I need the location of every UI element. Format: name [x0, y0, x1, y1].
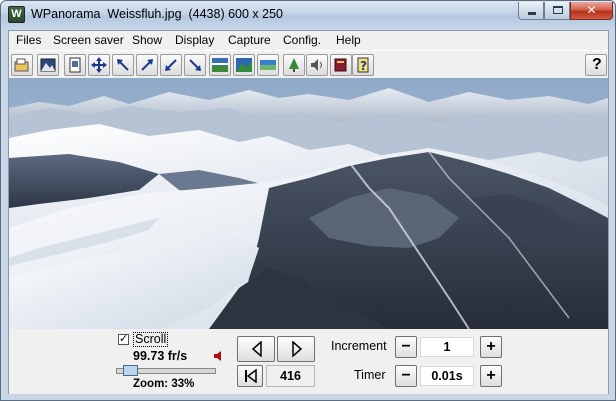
landscape-c-icon	[260, 60, 276, 70]
app-icon[interactable]: W	[8, 6, 25, 23]
maximize-icon	[553, 6, 563, 14]
open-button[interactable]	[11, 54, 33, 76]
menu-files[interactable]: Files	[16, 33, 41, 47]
scroll-right-button[interactable]	[277, 336, 315, 362]
control-panel: ✓ Scroll 99.73 fr/s Zoom: 33% 416 Increm…	[9, 329, 608, 394]
close-icon: ✕	[586, 3, 597, 17]
arrow-down-left-button[interactable]	[160, 54, 182, 76]
landscape-b-icon	[236, 58, 252, 72]
maximize-button[interactable]	[544, 2, 570, 20]
timer-label: Timer	[354, 368, 386, 382]
panorama-image	[9, 78, 608, 329]
tree-button[interactable]	[283, 54, 305, 76]
landscape-b-button[interactable]	[233, 54, 255, 76]
page-button[interactable]	[64, 54, 86, 76]
tree-icon	[289, 58, 299, 72]
open-icon	[14, 58, 29, 72]
app-window: W WPanorama Weissfluh.jpg (4438) 600 x 2…	[0, 0, 616, 401]
menu-show[interactable]: Show	[132, 33, 162, 47]
sound-icon	[311, 59, 322, 71]
landscape-a-icon	[212, 58, 228, 72]
increment-plus-button[interactable]: +	[480, 336, 502, 358]
frame-position-field[interactable]: 416	[266, 365, 315, 387]
menu-help[interactable]: Help	[336, 33, 361, 47]
sound-button[interactable]	[306, 54, 328, 76]
landscape-a-button[interactable]	[209, 54, 231, 76]
arrow-left-up-button[interactable]	[112, 54, 134, 76]
picture-icon	[40, 58, 56, 72]
panorama-view[interactable]	[9, 78, 608, 329]
arrow-up-right-button[interactable]	[136, 54, 158, 76]
help-page-button[interactable]: ?	[352, 54, 374, 76]
timer-field[interactable]: 0.01s	[420, 366, 474, 386]
increment-label: Increment	[331, 339, 387, 353]
title-bar[interactable]: W WPanorama Weissfluh.jpg (4438) 600 x 2…	[1, 1, 615, 29]
checkmark-icon: ✓	[119, 333, 129, 345]
move-button[interactable]	[88, 54, 110, 76]
arrow-up-right-icon	[141, 59, 153, 71]
move-icon	[91, 57, 107, 73]
scroll-checkbox[interactable]: ✓	[118, 333, 129, 345]
arrow-down-right-button[interactable]	[184, 54, 206, 76]
go-to-start-button[interactable]	[237, 365, 263, 387]
menu-display[interactable]: Display	[175, 33, 214, 47]
menu-config[interactable]: Config.	[283, 33, 321, 47]
zoom-slider-thumb[interactable]	[123, 365, 138, 376]
timer-plus-button[interactable]: +	[480, 365, 502, 387]
scroll-left-button[interactable]	[237, 336, 275, 362]
help-question-label: ?	[592, 56, 602, 73]
menu-capture[interactable]: Capture	[228, 33, 271, 47]
window-title: WPanorama Weissfluh.jpg (4438) 600 x 250	[31, 7, 283, 21]
minimize-button[interactable]	[518, 2, 544, 20]
arrow-down-left-icon	[165, 59, 177, 71]
triangle-right-icon	[292, 341, 303, 357]
minimize-icon	[528, 12, 536, 15]
page-icon	[69, 57, 81, 73]
sound-indicator-icon	[214, 351, 221, 361]
landscape-c-button[interactable]	[257, 54, 279, 76]
picture-button[interactable]	[37, 54, 59, 76]
help-button[interactable]: ?	[585, 54, 607, 76]
book-button[interactable]	[330, 54, 352, 76]
zoom-readout: Zoom: 33%	[133, 378, 195, 390]
arrow-left-up-icon	[117, 59, 129, 71]
triangle-left-icon	[251, 341, 262, 357]
timer-minus-button[interactable]: −	[395, 365, 417, 387]
menu-bar: Files Screen saver Show Display Capture …	[9, 31, 608, 50]
close-button[interactable]: ✕	[570, 2, 613, 20]
increment-field[interactable]: 1	[420, 337, 474, 357]
help-page-icon: ?	[357, 57, 369, 73]
menu-screen-saver[interactable]: Screen saver	[53, 33, 124, 47]
toolbar: ? ?	[9, 50, 608, 78]
increment-minus-button[interactable]: −	[395, 336, 417, 358]
frame-rate-readout: 99.73 fr/s	[133, 349, 188, 363]
skip-back-icon	[245, 369, 257, 383]
book-icon	[334, 58, 347, 72]
svg-text:?: ?	[360, 59, 367, 73]
scroll-label[interactable]: Scroll	[133, 332, 169, 347]
client-area: Files Screen saver Show Display Capture …	[8, 30, 609, 394]
arrow-down-right-icon	[189, 59, 201, 71]
